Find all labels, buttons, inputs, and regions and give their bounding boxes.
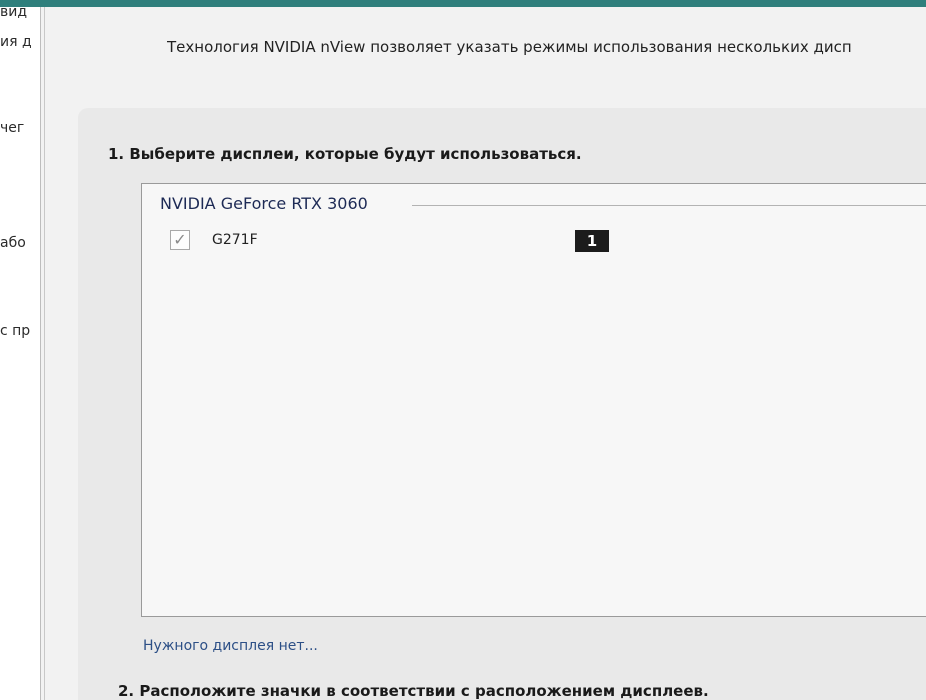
gpu-group-header: NVIDIA GeForce RTX 3060	[160, 194, 926, 218]
step1-heading: 1. Выберите дисплеи, которые будут испол…	[108, 145, 582, 163]
window-top-bar	[0, 0, 926, 7]
display-checkbox[interactable]: ✓	[170, 230, 190, 250]
pane-divider	[44, 7, 45, 700]
gpu-name: NVIDIA GeForce RTX 3060	[160, 194, 368, 213]
check-icon: ✓	[173, 230, 187, 249]
display-name: G271F	[212, 232, 258, 248]
nav-fragment[interactable]: чег	[0, 120, 24, 136]
nav-fragment[interactable]: або	[0, 235, 26, 251]
nav-fragment[interactable]: ия д	[0, 34, 32, 50]
step2-heading: 2. Расположите значки в соответствии с р…	[118, 682, 709, 700]
gpu-group-divider	[412, 205, 926, 206]
intro-description: Технология NVIDIA nView позволяет указат…	[167, 38, 852, 56]
display-number-badge: 1	[575, 230, 609, 252]
display-item-g271f: ✓ G271F 1	[170, 230, 620, 254]
left-navigation-pane: вид ия д чег або с пр	[0, 7, 41, 700]
nav-fragment[interactable]: с пр	[0, 323, 30, 339]
nav-fragment[interactable]: вид	[0, 7, 27, 20]
missing-display-link[interactable]: Нужного дисплея нет...	[143, 638, 318, 654]
